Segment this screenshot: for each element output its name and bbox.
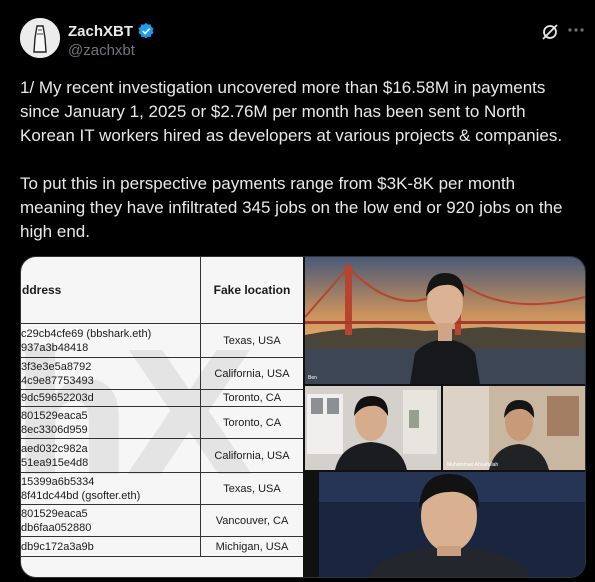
address-line: 3f3e3e5a8792 (21, 360, 92, 373)
address-line: db6faa052880 (21, 521, 92, 534)
location-cell: Michigan, USA (200, 536, 303, 557)
address-cell: aed032c982a 51ea915e4d8 (21, 438, 201, 473)
address-line: 15399a6b5334 (21, 475, 95, 488)
address-line: db9c172a3a9b (21, 540, 94, 553)
camera-label: Ben (308, 375, 317, 381)
address-line: 9dc59652203d (21, 392, 94, 404)
address-cell: db9c172a3a9b (21, 536, 201, 557)
table-row: 801529eaca5 db6faa052880 Vancouver, CA (21, 504, 303, 537)
address-line: 4c9e87753493 (21, 374, 94, 387)
grok-icon[interactable] (540, 22, 560, 42)
address-line: 51ea915e4d8 (21, 456, 89, 469)
address-line: 937a3b48418 (21, 341, 89, 354)
address-line: 8ec3306d959 (21, 423, 88, 436)
address-table-image[interactable]: hX ddress Fake location c29cb4cfe69 (bbs… (21, 257, 303, 577)
location-cell: Texas, USA (200, 323, 303, 358)
tweet-text: 1/ My recent investigation uncovered mor… (20, 76, 585, 244)
tweet-header: ZachXBT @zachxbt (20, 18, 585, 62)
address-line: 8f41dc44bd (gsofter.eth) (21, 489, 141, 502)
table-row: c29cb4cfe69 (bbshark.eth) 937a3b48418 Texa… (21, 323, 303, 358)
tweet-paragraph-1: 1/ My recent investigation uncovered mor… (20, 78, 563, 145)
table-row: db9c172a3a9b Michigan, USA (21, 536, 303, 557)
address-line: aed032c982a (21, 442, 88, 455)
address-cell: 801529eaca5 db6faa052880 (21, 504, 201, 537)
address-cell: 801529eaca5 8ec3306d959 (21, 406, 201, 439)
display-name[interactable]: ZachXBT (68, 23, 133, 40)
location-cell: Toronto, CA (200, 389, 303, 407)
location-cell: California, USA (200, 357, 303, 390)
video-call-photo-4[interactable] (319, 472, 585, 577)
handle[interactable]: @zachxbt (68, 42, 135, 59)
table-row: aed032c982a 51ea915e4d8 California, USA (21, 438, 303, 473)
tweet-paragraph-2: To put this in perspective payments rang… (20, 174, 563, 241)
table-header-location: Fake location (200, 257, 303, 324)
verified-badge-icon (137, 22, 155, 40)
address-line: 801529eaca5 (21, 409, 88, 422)
media-grid[interactable]: hX ddress Fake location c29cb4cfe69 (bbs… (20, 256, 586, 578)
address-table: ddress Fake location c29cb4cfe69 (bbshar… (21, 257, 303, 557)
table-row: 15399a6b5334 8f41dc44bd (gsofter.eth) Texa… (21, 472, 303, 505)
location-cell: Toronto, CA (200, 406, 303, 439)
address-cell: 3f3e3e5a8792 4c9e87753493 (21, 357, 201, 390)
location-cell: Texas, USA (200, 472, 303, 505)
video-call-photo-1[interactable]: Ben (305, 257, 585, 384)
location-cell: Vancouver, CA (200, 504, 303, 537)
table-row: 801529eaca5 8ec3306d959 Toronto, CA (21, 406, 303, 439)
table-row: 3f3e3e5a8792 4c9e87753493 California, USA (21, 357, 303, 390)
location-cell: California, USA (200, 438, 303, 473)
address-line: c29cb4cfe69 (bbshark.eth) (21, 327, 152, 340)
address-cell: c29cb4cfe69 (bbshark.eth) 937a3b48418 (21, 323, 201, 358)
table-header-address: ddress (21, 257, 201, 324)
video-call-photo-2[interactable] (305, 386, 441, 470)
address-line: 801529eaca5 (21, 507, 88, 520)
address-cell: 9dc59652203d (21, 389, 201, 407)
more-icon[interactable] (567, 20, 585, 40)
address-cell: 15399a6b5334 8f41dc44bd (gsofter.eth) (21, 472, 201, 505)
camera-label: Muhammad Ahnafullah (447, 462, 499, 468)
video-call-photo-3[interactable]: Muhammad Ahnafullah (443, 386, 585, 470)
avatar[interactable] (20, 18, 60, 58)
table-row: 9dc59652203d Toronto, CA (21, 389, 303, 407)
